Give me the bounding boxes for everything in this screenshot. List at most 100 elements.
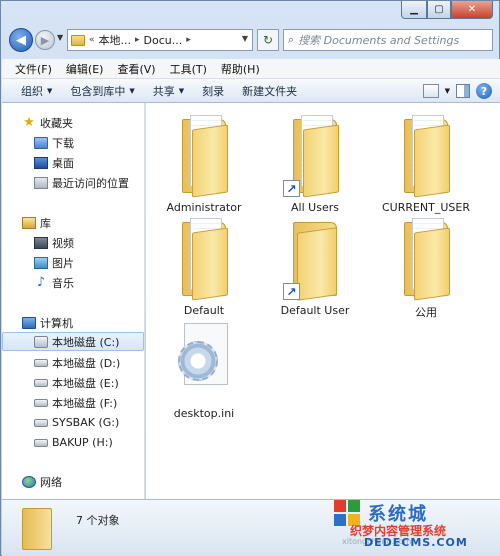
folder-item[interactable]: CURRENT_USER (376, 113, 476, 214)
system-drive-icon (34, 335, 48, 348)
include-library-label: 包含到库中 (70, 84, 126, 98)
close-button[interactable]: ✕ (451, 1, 493, 19)
change-view-icon[interactable] (422, 84, 439, 98)
maximize-button[interactable]: ▢ (427, 1, 451, 19)
tree-item-drive-e[interactable]: 本地磁盘 (E:) (2, 373, 144, 392)
include-in-library-button[interactable]: 包含到库中 ▼ (61, 83, 143, 99)
tree-item-drive-g[interactable]: SYSBAK (G:) (2, 413, 144, 432)
tree-label: 本地磁盘 (F:) (52, 396, 118, 410)
chevron-down-icon: ▼ (178, 86, 185, 95)
tree-item-pictures[interactable]: 图片 (2, 253, 144, 272)
tree-label: BAKUP (H:) (52, 436, 113, 449)
share-button[interactable]: 共享 ▼ (144, 83, 193, 99)
crumb-overflow[interactable]: « (89, 35, 95, 45)
recent-pages-dropdown[interactable]: ▼ (57, 33, 63, 42)
tree-item-drive-f[interactable]: 本地磁盘 (F:) (2, 393, 144, 412)
address-dropdown[interactable]: ▼ (242, 34, 248, 43)
item-label: Administrator (166, 201, 242, 214)
tree-label: 下载 (52, 136, 74, 150)
breadcrumb-local-disk[interactable]: 本地... (99, 32, 132, 48)
folder-icon (400, 216, 452, 301)
folder-item[interactable]: Administrator (154, 113, 254, 214)
desktop-icon (34, 156, 48, 169)
tree-label: 库 (40, 216, 51, 230)
drive-icon (34, 398, 48, 407)
organize-label: 组织 (21, 84, 43, 98)
shortcut-arrow-icon: ↗ (283, 180, 300, 197)
drive-icon (34, 418, 48, 427)
pictures-icon (34, 256, 48, 269)
tree-label: 本地磁盘 (D:) (52, 356, 121, 370)
file-list: Administrator ↗ All Users CURRENT_USER D… (146, 103, 500, 499)
menu-file[interactable]: 文件(F) (10, 61, 57, 77)
item-label: CURRENT_USER (381, 201, 471, 214)
tree-item-recent-places[interactable]: 最近访问的位置 (2, 173, 144, 192)
share-label: 共享 (152, 84, 175, 98)
burn-button[interactable]: 刻录 (193, 83, 233, 99)
tree-label: 音乐 (52, 276, 74, 290)
folder-item[interactable]: Default (154, 216, 254, 317)
folder-icon (71, 34, 85, 46)
videos-icon (34, 236, 48, 249)
item-label: desktop.ini (173, 407, 235, 420)
chevron-down-icon: ▼ (129, 86, 135, 95)
tree-label: 网络 (40, 475, 62, 489)
breadcrumb-separator[interactable]: ▸ (186, 35, 191, 45)
item-label: Default User (280, 304, 350, 317)
menu-bar: 文件(F) 编辑(E) 查看(V) 工具(T) 帮助(H) (2, 59, 500, 79)
breadcrumb-separator[interactable]: ▸ (135, 35, 140, 45)
tree-network[interactable]: 网络 (2, 472, 144, 491)
tree-label: 计算机 (40, 316, 73, 330)
folder-item[interactable]: ↗ All Users (265, 113, 365, 214)
folder-icon: ↗ (283, 216, 341, 301)
tree-label: 本地磁盘 (C:) (52, 335, 120, 349)
minimize-button[interactable]: ▁ (401, 1, 427, 19)
forward-button[interactable]: ▶ (35, 30, 55, 50)
refresh-button[interactable]: ↻ (257, 29, 279, 51)
explorer-window: ▁ ▢ ✕ ◀ ▶ ▼ « 本地... ▸ Docu... ▸ ▼ ↻ ⌕ 搜索… (0, 0, 500, 556)
tree-item-videos[interactable]: 视频 (2, 233, 144, 252)
tree-item-music[interactable]: ♪ 音乐 (2, 273, 144, 292)
settings-file-icon (174, 323, 234, 395)
back-button[interactable]: ◀ (9, 28, 33, 52)
tree-libraries[interactable]: 库 (2, 213, 144, 232)
preview-pane-icon[interactable] (456, 84, 470, 98)
search-icon: ⌕ (288, 33, 295, 46)
tree-label: 本地磁盘 (E:) (52, 376, 119, 390)
menu-edit[interactable]: 编辑(E) (61, 61, 109, 77)
folder-item[interactable]: 公用 (376, 216, 476, 320)
watermark-site: DEDECMS.COM (364, 536, 468, 549)
tree-item-drive-h[interactable]: BAKUP (H:) (2, 433, 144, 452)
tree-label: 视频 (52, 236, 74, 250)
tree-label: 最近访问的位置 (52, 176, 129, 190)
help-icon[interactable]: ? (476, 83, 492, 99)
drive-icon (34, 378, 48, 387)
folder-item[interactable]: ↗ Default User (265, 216, 365, 317)
tree-item-downloads[interactable]: 下载 (2, 133, 144, 152)
tree-item-drive-d[interactable]: 本地磁盘 (D:) (2, 353, 144, 372)
address-bar[interactable]: « 本地... ▸ Docu... ▸ ▼ (67, 29, 253, 51)
window-controls: ▁ ▢ ✕ (401, 1, 493, 19)
computer-icon (22, 316, 36, 329)
organize-button[interactable]: 组织 ▼ (12, 83, 61, 99)
new-folder-button[interactable]: 新建文件夹 (233, 83, 306, 99)
file-item[interactable]: desktop.ini (154, 323, 254, 420)
view-options-dropdown[interactable]: ▼ (445, 87, 450, 95)
downloads-icon (34, 136, 48, 149)
tree-label: 桌面 (52, 156, 74, 170)
search-box[interactable]: ⌕ 搜索 Documents and Settings (283, 29, 493, 51)
folder-icon (178, 216, 230, 301)
breadcrumb-documents[interactable]: Docu... (144, 34, 183, 47)
menu-help[interactable]: 帮助(H) (216, 61, 265, 77)
menu-tools[interactable]: 工具(T) (165, 61, 212, 77)
chevron-down-icon: ▼ (47, 86, 53, 95)
tree-computer[interactable]: 计算机 (2, 313, 144, 332)
tree-item-desktop[interactable]: 桌面 (2, 153, 144, 172)
menu-view[interactable]: 查看(V) (112, 61, 160, 77)
tree-favorites[interactable]: ★ 收藏夹 (2, 113, 144, 132)
item-label: 公用 (415, 306, 437, 319)
library-icon (22, 216, 36, 229)
tree-item-drive-c[interactable]: 本地磁盘 (C:) (2, 332, 144, 351)
star-icon: ★ (23, 114, 35, 130)
drive-icon (34, 438, 48, 447)
